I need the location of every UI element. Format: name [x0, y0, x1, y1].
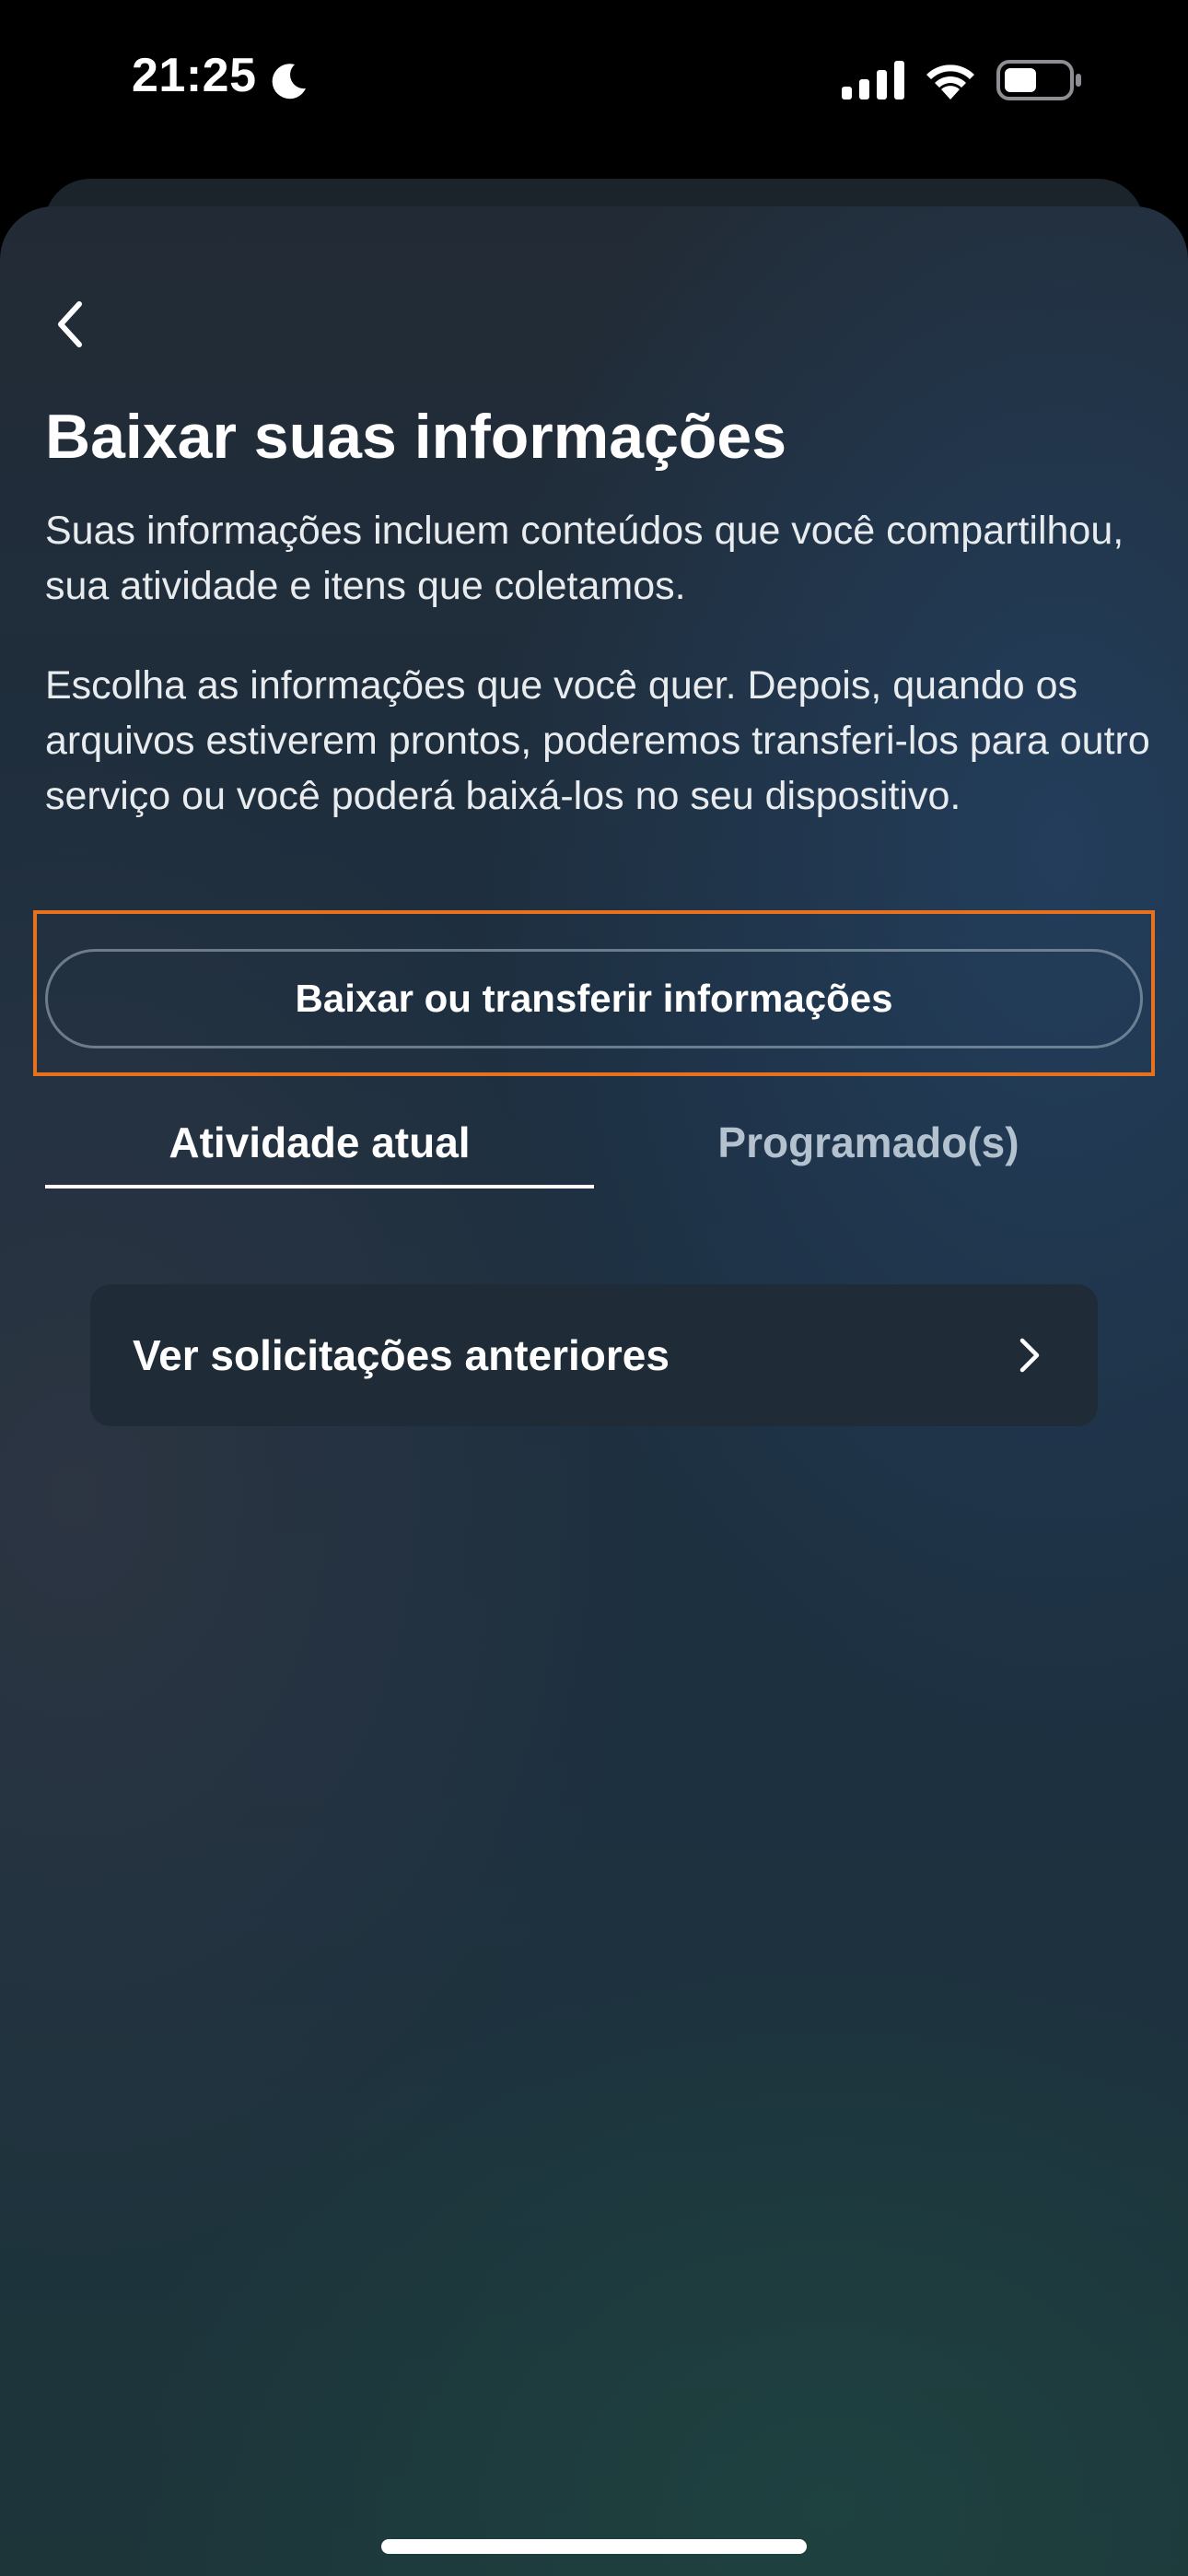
status-time: 21:25 — [132, 49, 257, 102]
chevron-left-icon — [58, 301, 82, 347]
list-item-label: Ver solicitações anteriores — [133, 1331, 670, 1379]
description-paragraph-1: Suas informações incluem conteúdos que v… — [45, 509, 1124, 608]
signal-icon — [842, 61, 904, 100]
tab-current-activity[interactable]: Atividade atual — [45, 1096, 594, 1188]
battery-icon — [996, 60, 1081, 100]
list-item-previous-requests[interactable]: Ver solicitações anteriores — [90, 1284, 1098, 1426]
moon-icon — [272, 64, 306, 100]
screen: 21:25 Baixar suas informações Suas infor… — [0, 0, 1188, 2576]
download-or-transfer-button[interactable]: Baixar ou transferir informações — [45, 949, 1143, 1048]
wifi-icon — [926, 64, 974, 100]
home-indicator[interactable] — [381, 2539, 807, 2554]
tab-scheduled[interactable]: Programado(s) — [594, 1096, 1143, 1188]
back-button[interactable] — [41, 295, 99, 354]
download-info-sheet: Baixar suas informações Suas informações… — [0, 206, 1188, 2576]
active-tab-indicator — [45, 1185, 594, 1188]
description-paragraph-2: Escolha as informações que você quer. De… — [45, 663, 1150, 818]
page-title: Baixar suas informações — [45, 402, 787, 472]
chevron-right-icon — [1019, 1338, 1040, 1373]
tab-bar: Atividade atual Programado(s) — [45, 1096, 1143, 1188]
status-bar: 21:25 — [0, 0, 1188, 166]
